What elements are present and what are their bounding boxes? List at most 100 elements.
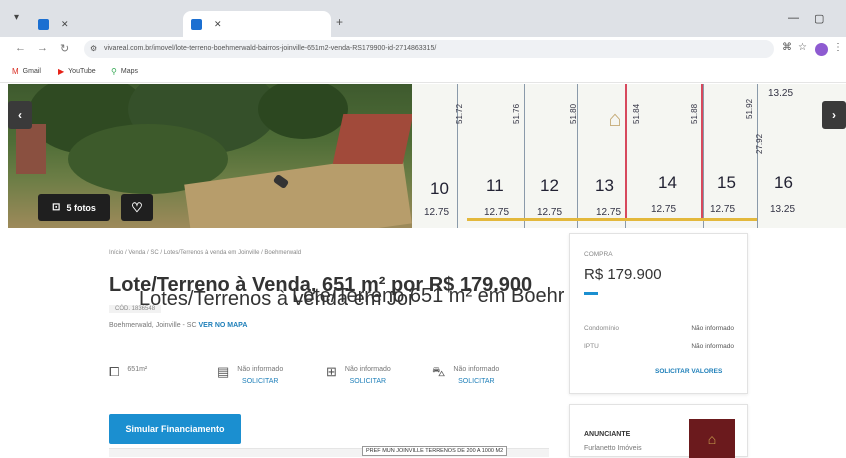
url-text: vivareal.com.br/imovel/lote-terreno-boeh… — [104, 45, 437, 52]
lot-divider — [757, 84, 758, 228]
forward-arrow-icon[interactable]: → — [37, 42, 48, 54]
lot-divider — [524, 84, 525, 228]
site-info-icon[interactable]: ⚙ — [90, 40, 97, 58]
close-tab-icon[interactable]: ✕ — [61, 19, 69, 30]
price-accent-bar — [584, 292, 598, 295]
maximize-icon[interactable]: ▢ — [814, 12, 824, 25]
close-tab-icon[interactable]: ✕ — [214, 19, 222, 30]
browser-tab-bar: ▾ Lotes/Terrenos à venda em Joi ✕ Lote/T… — [0, 0, 846, 310]
photo-gallery: ⊡ 5 fotos ♡ ⌂ 10 11 12 13 14 15 16 12.75… — [0, 84, 846, 228]
bookmark-gmail[interactable]: M Gmail — [12, 67, 41, 76]
condo-label: Condomínio — [584, 325, 620, 332]
tree-canopy — [258, 84, 348, 139]
url-input[interactable]: ⚙ vivareal.com.br/imovel/lote-terreno-bo… — [84, 40, 774, 58]
request-bathrooms-link[interactable]: SOLICITAR — [345, 378, 391, 385]
youtube-icon: ▶ — [58, 67, 65, 76]
chevron-left-icon: ‹ — [18, 108, 22, 122]
advertiser-name[interactable]: Furlanetto Imóveis — [584, 445, 642, 452]
reload-icon[interactable]: ↻ — [60, 42, 69, 55]
new-tab-icon[interactable]: + — [336, 15, 343, 29]
feature-bedrooms: ▤ Não informado SOLICITAR — [217, 364, 284, 385]
breadcrumb[interactable]: Início / Venda / SC / Lotes/Terrenos à v… — [109, 250, 301, 256]
photos-count-button[interactable]: ⊡ 5 fotos — [38, 194, 110, 221]
tab-listing[interactable]: Lote/Terreno 651 m² em Boehr ✕ — [183, 11, 564, 307]
bookmark-youtube[interactable]: ▶ YouTube — [58, 67, 96, 76]
request-bedrooms-link[interactable]: SOLICITAR — [237, 378, 283, 385]
tab-search-icon[interactable]: ▾ — [14, 12, 19, 23]
request-garage-link[interactable]: SOLICITAR — [453, 378, 499, 385]
lot-number: 16 — [774, 173, 793, 192]
simulate-financing-button[interactable]: Simular Financiamento — [109, 414, 241, 444]
page-title: Lote/Terreno à Venda, 651 m² por R$ 179.… — [109, 274, 533, 296]
feature-area: ⧠ 651m² — [109, 364, 148, 379]
bookmark-star-icon[interactable]: ☆ — [798, 42, 807, 53]
lot-length-label: 51.72 — [455, 103, 464, 124]
tab-search-results[interactable]: Lotes/Terrenos à venda em Joi ✕ — [30, 14, 413, 310]
chevron-right-icon: › — [832, 108, 836, 122]
price-value: R$ 179.900 — [584, 266, 662, 283]
gmail-icon: M — [12, 67, 19, 76]
lot-number: 14 — [658, 173, 677, 192]
feature-value: Não informado — [453, 366, 500, 373]
lot-width-label: 12.75 — [484, 207, 510, 218]
house-left — [16, 124, 46, 174]
lot-boundary-line — [467, 218, 757, 221]
house-roof — [332, 114, 412, 164]
lot-number: 10 — [430, 179, 449, 198]
gallery-prev-button[interactable]: ‹ — [8, 101, 32, 129]
menu-kebab-icon[interactable]: ⋮ — [833, 42, 843, 53]
camera-icon: ⊡ — [52, 202, 61, 213]
lot-length-label: 51.92 — [745, 98, 754, 119]
advertiser-label: ANUNCIANTE — [584, 431, 631, 438]
advertiser-card: ANUNCIANTE Furlanetto Imóveis ⌂ — [569, 404, 748, 458]
lot-width-label: 13.25 — [768, 88, 794, 99]
lot-length-label: 51.84 — [632, 103, 641, 124]
feature-value: 651m² — [127, 366, 148, 373]
watermark-logo-icon: ⌂ — [608, 106, 622, 131]
area-icon: ⧠ — [109, 364, 120, 379]
request-values-link[interactable]: SOLICITAR VALORES — [655, 368, 722, 375]
iptu-row: IPTU Não informado — [584, 343, 734, 350]
iptu-label: IPTU — [584, 343, 599, 350]
bookmarks-bar: M Gmail ▶ YouTube ⚲ Maps — [0, 61, 846, 83]
bookmark-label: YouTube — [68, 68, 96, 75]
bedroom-icon: ▤ — [217, 364, 230, 379]
back-arrow-icon[interactable]: ← — [15, 42, 26, 54]
location-text: Boehmerwald, Joinville - SC — [109, 322, 197, 329]
garage-icon: ⛍ — [432, 364, 446, 379]
lot-width-label: 12.75 — [596, 207, 622, 218]
lot-width-label: 12.75 — [651, 204, 677, 215]
feature-garage: ⛍ Não informado SOLICITAR — [432, 364, 500, 385]
listing-location: Boehmerwald, Joinville - SC VER NO MAPA — [109, 322, 247, 329]
image-caption: PREF MUN JOINVILLE TERRENOS DE 200 A 100… — [362, 446, 508, 456]
condo-value: Não informado — [691, 325, 734, 332]
gallery-next-button[interactable]: › — [822, 101, 846, 129]
feature-value: Não informado — [237, 366, 284, 373]
lot-number: 13 — [595, 176, 614, 195]
lot-divider — [703, 84, 704, 228]
price-type-label: COMPRA — [584, 251, 613, 258]
lot-map-image[interactable]: ⌂ 10 11 12 13 14 15 16 12.75 12.75 12.75… — [412, 84, 846, 228]
bookmark-maps[interactable]: ⚲ Maps — [111, 67, 138, 76]
lot-number: 11 — [486, 176, 504, 195]
lot-width-label: 12.75 — [537, 207, 563, 218]
lot-length-label: 51.80 — [569, 103, 578, 124]
lot-length-label: 51.88 — [690, 103, 699, 124]
condo-row: Condomínio Não informado — [584, 325, 734, 332]
photos-count-label: 5 fotos — [66, 202, 96, 213]
feature-bathrooms: ⊞ Não informado SOLICITAR — [326, 365, 391, 385]
listing-code-badge: CÓD. 1836548 — [109, 305, 162, 313]
price-card: COMPRA R$ 179.900 Condomínio Não informa… — [569, 233, 748, 394]
view-map-link[interactable]: VER NO MAPA — [199, 322, 248, 329]
advertiser-logo-icon[interactable]: ⌂ — [689, 419, 735, 458]
iptu-value: Não informado — [691, 343, 734, 350]
minimize-icon[interactable]: — — [788, 12, 799, 24]
bookmark-label: Maps — [120, 68, 138, 75]
feature-value: Não informado — [344, 366, 391, 373]
heart-icon: ♡ — [131, 199, 143, 215]
profile-avatar[interactable] — [815, 43, 828, 56]
lot-number: 15 — [717, 173, 736, 192]
translate-icon[interactable]: ⌘ — [782, 42, 792, 53]
favorite-button[interactable]: ♡ — [121, 194, 153, 221]
bookmark-label: Gmail — [22, 68, 41, 75]
